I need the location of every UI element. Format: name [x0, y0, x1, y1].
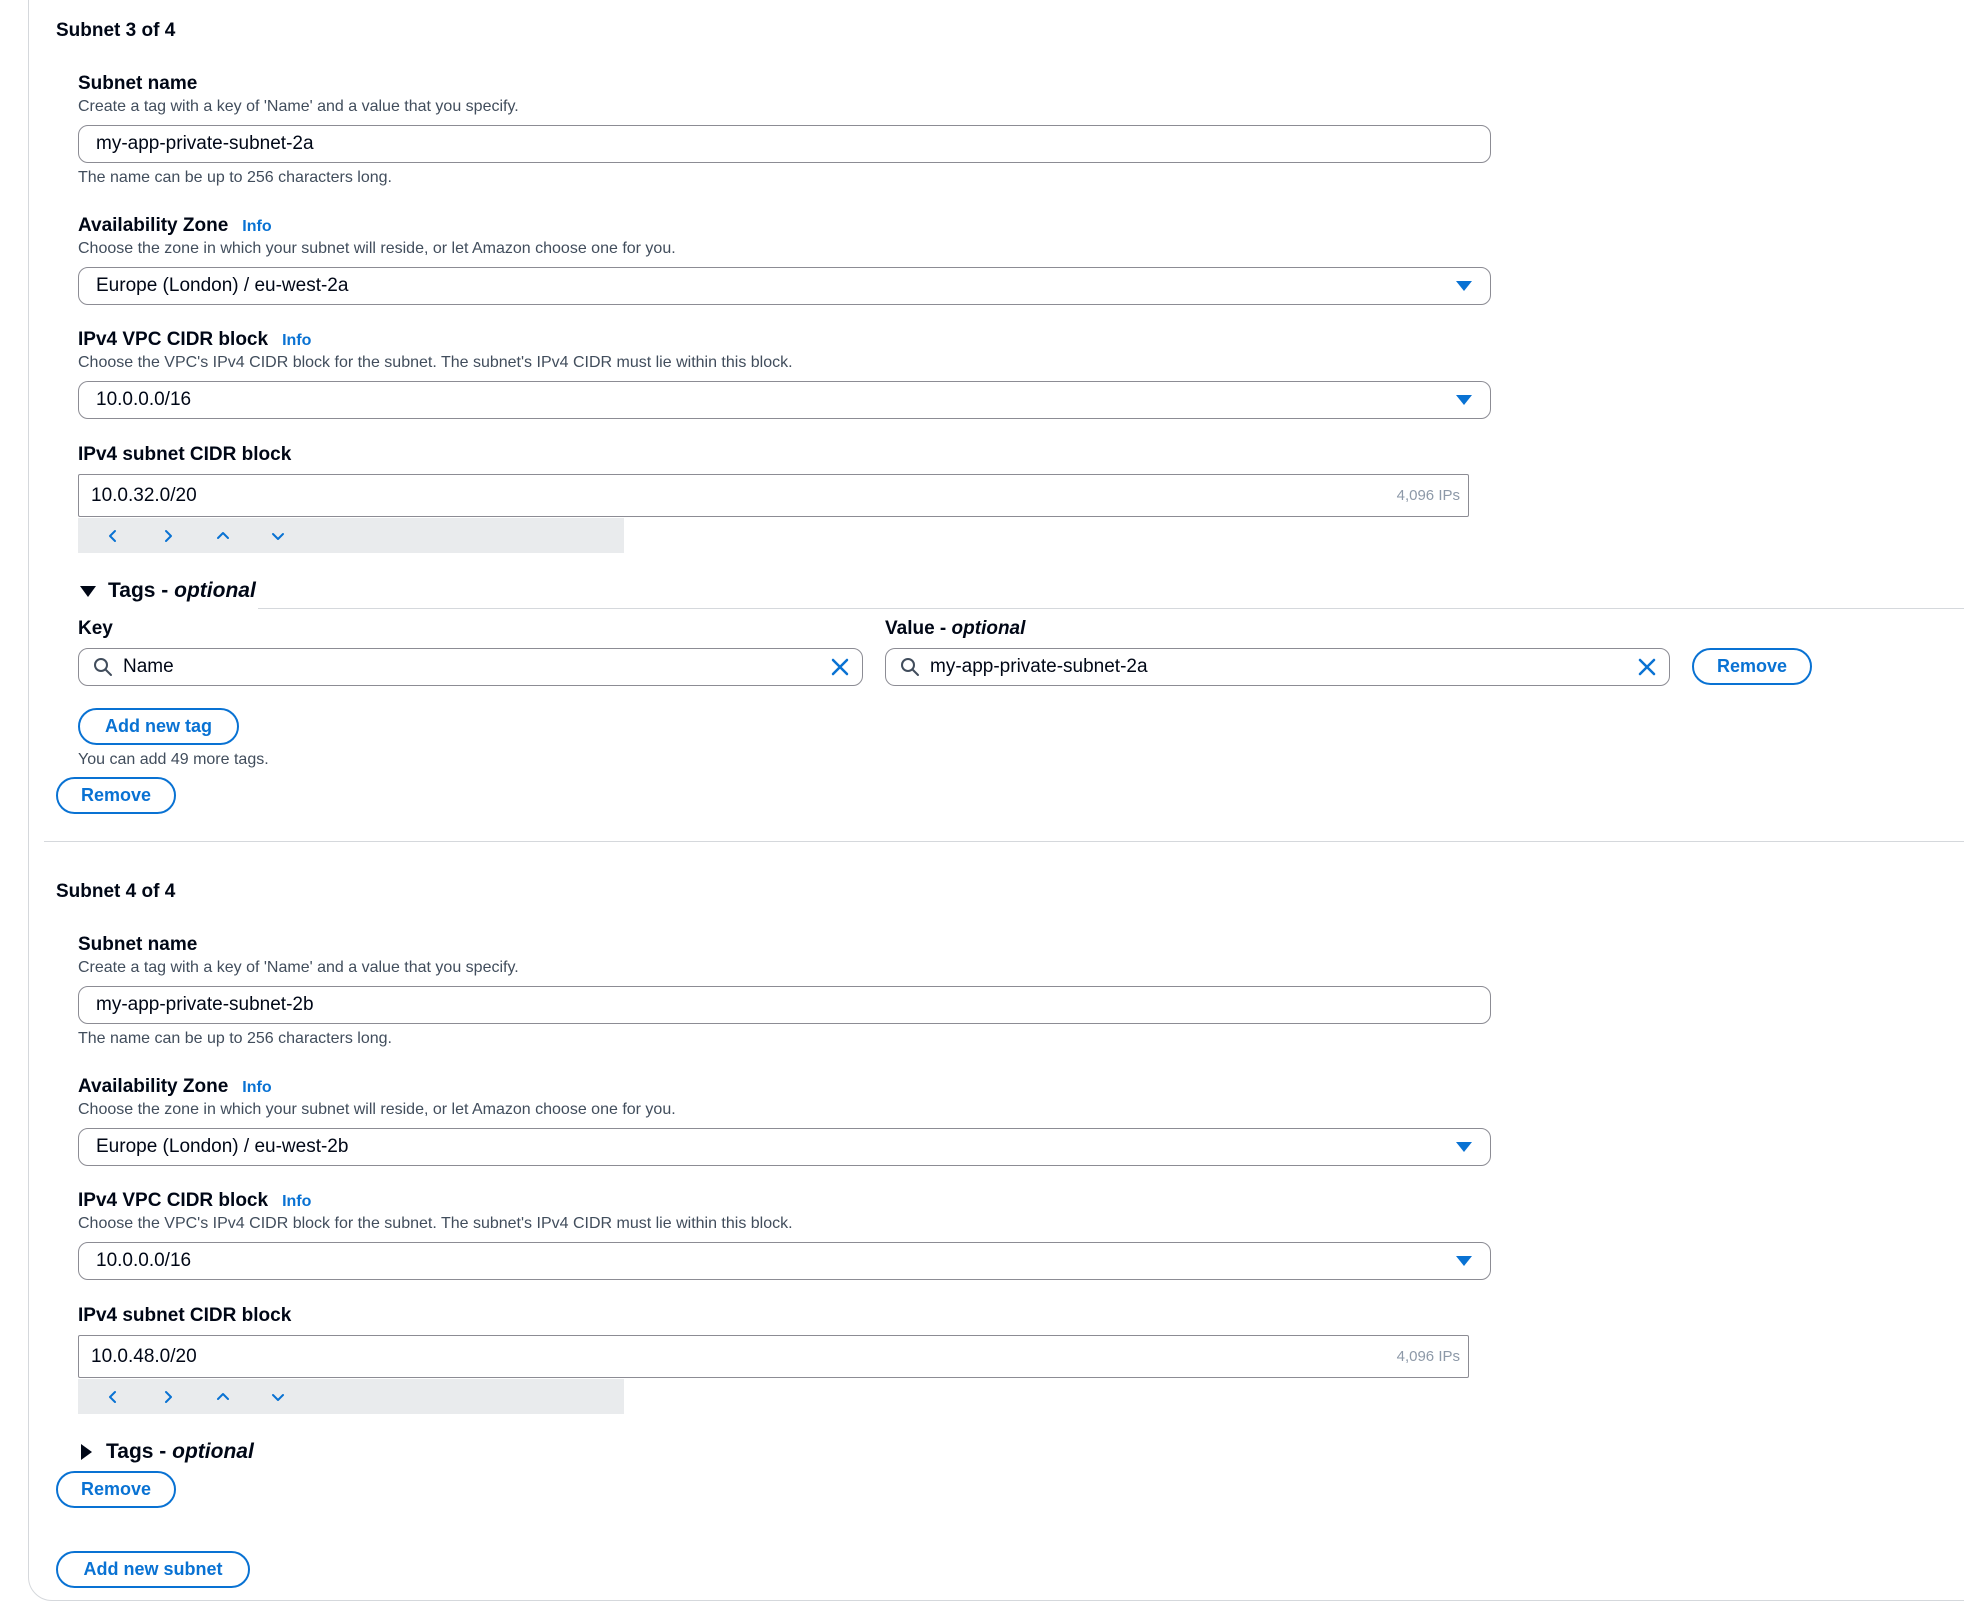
chevron-up-icon[interactable] [204, 1383, 242, 1411]
subnet-3-name-hint: The name can be up to 256 characters lon… [78, 169, 392, 186]
subnet-3-az-description: Choose the zone in which your subnet wil… [78, 240, 676, 257]
subnet-4-vpc-cidr-label: IPv4 VPC CIDR block Info [78, 1190, 311, 1212]
subnet-3-name-label: Subnet name [78, 73, 198, 94]
subnet-3-vpc-cidr-info-link[interactable]: Info [282, 332, 311, 349]
subnet-3-az-info-link[interactable]: Info [242, 218, 271, 235]
subnet-4-subnet-cidr-label: IPv4 subnet CIDR block [78, 1305, 292, 1326]
chevron-down-icon[interactable] [259, 522, 297, 550]
tag-value-optional: optional [951, 618, 1026, 639]
subnet-4-vpc-cidr-label-text: IPv4 VPC CIDR block [78, 1190, 269, 1211]
subnet-3-name-value: my-app-private-subnet-2a [96, 133, 314, 154]
subnet-4-remove-button[interactable]: Remove [56, 1471, 176, 1508]
divider [44, 841, 1964, 842]
subnet-4-subnet-cidr-value: 10.0.48.0/20 [91, 1345, 197, 1367]
subnet-4-tags-optional: optional [172, 1440, 254, 1463]
search-icon [93, 657, 113, 677]
subnet-4-az-label: Availability Zone Info [78, 1076, 272, 1098]
chevron-down-icon[interactable] [259, 1383, 297, 1411]
caret-down-icon [80, 585, 96, 597]
subnet-4-az-value: Europe (London) / eu-west-2b [96, 1136, 349, 1157]
tag-value-input[interactable]: my-app-private-subnet-2a [885, 648, 1670, 686]
subnet-4-vpc-cidr-description: Choose the VPC's IPv4 CIDR block for the… [78, 1215, 793, 1232]
subnet-settings-page: Subnet 3 of 4 Subnet name Create a tag w… [0, 0, 1964, 1607]
subnet-4-vpc-cidr-info-link[interactable]: Info [282, 1193, 311, 1210]
tag-key-value: Name [123, 656, 174, 677]
subnet-3-vpc-cidr-label: IPv4 VPC CIDR block Info [78, 329, 311, 351]
close-icon[interactable] [1637, 657, 1657, 677]
subnet-3-cidr-stepper [78, 518, 624, 553]
subnet-4-az-label-text: Availability Zone [78, 1076, 229, 1097]
subnet-3-remove-button[interactable]: Remove [56, 777, 176, 814]
subnet-4-az-description: Choose the zone in which your subnet wil… [78, 1101, 676, 1118]
tag-key-header: Key [78, 618, 113, 639]
tag-key-input[interactable]: Name [78, 648, 863, 686]
subnet-4-vpc-cidr-value: 10.0.0.0/16 [96, 1250, 192, 1271]
caret-down-icon [1456, 281, 1472, 291]
caret-right-icon [81, 1444, 92, 1460]
subnet-3-tags-toggle[interactable]: Tags - optional [80, 579, 256, 603]
subnet-4-name-input[interactable]: my-app-private-subnet-2b [78, 986, 1491, 1024]
tag-value-header-text: Value - [885, 618, 952, 639]
subnet-3-subnet-cidr-label: IPv4 subnet CIDR block [78, 444, 292, 465]
subnet-3-az-label: Availability Zone Info [78, 215, 272, 237]
caret-down-icon [1456, 395, 1472, 405]
subnet-3-tags-label: Tags - [108, 579, 169, 602]
subnet-4-vpc-cidr-select[interactable]: 10.0.0.0/16 [78, 1242, 1491, 1280]
subnet-3-vpc-cidr-description: Choose the VPC's IPv4 CIDR block for the… [78, 354, 793, 371]
tags-remaining-hint: You can add 49 more tags. [78, 751, 269, 768]
subnet-4-name-value: my-app-private-subnet-2b [96, 994, 314, 1015]
tag-remove-button[interactable]: Remove [1692, 648, 1812, 685]
subnet-3-subnet-cidr-value: 10.0.32.0/20 [91, 484, 197, 506]
subnet-4-az-info-link[interactable]: Info [242, 1079, 271, 1096]
subnet-3-subnet-cidr-input[interactable]: 10.0.32.0/20 4,096 IPs [78, 474, 1469, 517]
subnet-4-az-select[interactable]: Europe (London) / eu-west-2b [78, 1128, 1491, 1166]
search-icon [900, 657, 920, 677]
subnet-3-name-input[interactable]: my-app-private-subnet-2a [78, 125, 1491, 163]
tag-value-header: Value - optional [885, 618, 1025, 640]
subnet-4-cidr-stepper [78, 1379, 624, 1414]
chevron-right-icon[interactable] [149, 522, 187, 550]
chevron-left-icon[interactable] [94, 1383, 132, 1411]
caret-down-icon [1456, 1142, 1472, 1152]
tag-value-value: my-app-private-subnet-2a [930, 656, 1148, 677]
add-new-tag-button[interactable]: Add new tag [78, 708, 239, 745]
caret-down-icon [1456, 1256, 1472, 1266]
close-icon[interactable] [830, 657, 850, 677]
subnet-3-name-description: Create a tag with a key of 'Name' and a … [78, 98, 519, 115]
chevron-up-icon[interactable] [204, 522, 242, 550]
subnet-4-ip-count: 4,096 IPs [1396, 1348, 1460, 1365]
subnet-3-vpc-cidr-label-text: IPv4 VPC CIDR block [78, 329, 269, 350]
subnet-3-az-value: Europe (London) / eu-west-2a [96, 275, 349, 296]
chevron-left-icon[interactable] [94, 522, 132, 550]
subnet-3-vpc-cidr-select[interactable]: 10.0.0.0/16 [78, 381, 1491, 419]
subnet-3-tags-optional: optional [174, 579, 256, 602]
subnet-4-subnet-cidr-input[interactable]: 10.0.48.0/20 4,096 IPs [78, 1335, 1469, 1378]
subnet-3-ip-count: 4,096 IPs [1396, 487, 1460, 504]
divider [258, 608, 1964, 609]
subnet-4-name-label: Subnet name [78, 934, 198, 955]
subnet-3-az-select[interactable]: Europe (London) / eu-west-2a [78, 267, 1491, 305]
subnet-3-title: Subnet 3 of 4 [56, 20, 176, 41]
subnet-3-az-label-text: Availability Zone [78, 215, 229, 236]
subnet-4-name-hint: The name can be up to 256 characters lon… [78, 1030, 392, 1047]
subnet-3-vpc-cidr-value: 10.0.0.0/16 [96, 389, 192, 410]
subnet-4-tags-toggle[interactable]: Tags - optional [78, 1440, 254, 1464]
subnet-4-title: Subnet 4 of 4 [56, 881, 176, 902]
add-new-subnet-button[interactable]: Add new subnet [56, 1551, 250, 1588]
subnet-4-tags-label: Tags - [106, 1440, 167, 1463]
subnet-4-name-description: Create a tag with a key of 'Name' and a … [78, 959, 519, 976]
chevron-right-icon[interactable] [149, 1383, 187, 1411]
